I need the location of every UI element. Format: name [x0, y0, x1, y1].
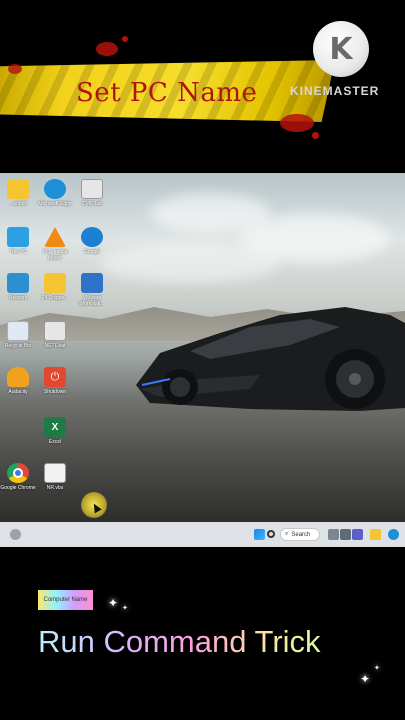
banner-splatter	[8, 64, 22, 74]
banner-splatter	[312, 132, 319, 139]
desktop-icon-excel[interactable]: X Excel	[37, 417, 73, 445]
windows-desktop-screenshot: ...admin Microsoft Edge CMD.bat This PC …	[0, 173, 405, 547]
taskbar-search-box[interactable]: ⌕ Search	[280, 528, 320, 541]
file-explorer-icon[interactable]	[370, 529, 381, 540]
search-icon: ⌕	[285, 531, 289, 537]
desktop-icon-vmware[interactable]: VMware Workstati...	[74, 273, 110, 307]
network-icon	[7, 273, 29, 293]
windows-taskbar: ⌕ Search	[0, 522, 405, 547]
sparkle-icon: ✦	[374, 665, 380, 672]
desktop-icon-vlc[interactable]: VLC media player	[37, 227, 73, 261]
desktop-icon-folder-snippets[interactable]: 24 Snippe...	[37, 273, 73, 301]
sparkle-icon: ✦	[360, 672, 371, 686]
kinemaster-logo-icon: K	[313, 21, 369, 77]
banner-splatter	[280, 114, 314, 132]
vmware-icon	[81, 273, 103, 293]
task-view-icon[interactable]	[328, 529, 339, 540]
desktop-icon-netf-bat[interactable]: NETF.bat	[37, 321, 73, 349]
computer-name-chip: Computer Name	[38, 590, 93, 610]
desktop-icon-nr-vbs[interactable]: NR.vbs	[37, 463, 73, 491]
script-file-icon	[44, 463, 66, 483]
banner-splatter	[122, 36, 128, 42]
sports-car-wallpaper	[136, 307, 405, 411]
edge-icon	[44, 179, 66, 199]
weather-icon[interactable]	[10, 529, 21, 540]
gear-file-icon	[44, 321, 66, 341]
power-icon: ⏻	[44, 367, 66, 387]
excel-icon: X	[44, 417, 66, 437]
desktop-icon-recycle-bin[interactable]: Recycle Bin	[0, 321, 36, 349]
recycle-bin-icon	[7, 321, 29, 341]
edge-taskbar-icon[interactable]	[388, 529, 399, 540]
gear-file-icon	[81, 179, 103, 199]
desktop-icon-shutdown[interactable]: ⏻ Shutdown	[37, 367, 73, 395]
teams-icon[interactable]	[352, 529, 363, 540]
headphones-icon	[7, 367, 29, 387]
start-button-icon[interactable]	[254, 529, 265, 540]
folder-icon	[44, 273, 66, 293]
banner-title: Set PC Name	[76, 78, 258, 108]
widgets-icon[interactable]	[340, 529, 351, 540]
desktop-icon-network[interactable]: Network	[0, 273, 36, 301]
caption-run-command-trick: Run Command Trick	[38, 624, 321, 659]
sparkle-icon: ✦	[122, 605, 128, 612]
chrome-icon	[7, 463, 29, 483]
desktop-icon-edge[interactable]: Microsoft Edge	[37, 179, 73, 207]
kinemaster-watermark: KINEMASTER	[290, 84, 380, 98]
vlc-cone-icon	[44, 227, 66, 247]
search-icon	[267, 530, 275, 538]
desktop-icon-audacity[interactable]: Audacity	[0, 367, 36, 395]
desktop-icon-folder-admin[interactable]: ...admin	[0, 179, 36, 207]
desktop-icon-chrome[interactable]: Google Chrome	[0, 463, 36, 491]
desktop-icon-cmd-bat[interactable]: CMD.bat	[74, 179, 110, 207]
google-edge-icon	[81, 227, 103, 247]
sparkle-icon: ✦	[108, 596, 119, 610]
banner-splatter	[96, 42, 118, 56]
monitor-icon	[7, 227, 29, 247]
desktop-icon-this-pc[interactable]: This PC	[0, 227, 36, 255]
folder-icon	[7, 179, 29, 199]
desktop-icon-google[interactable]: Google	[74, 227, 110, 255]
